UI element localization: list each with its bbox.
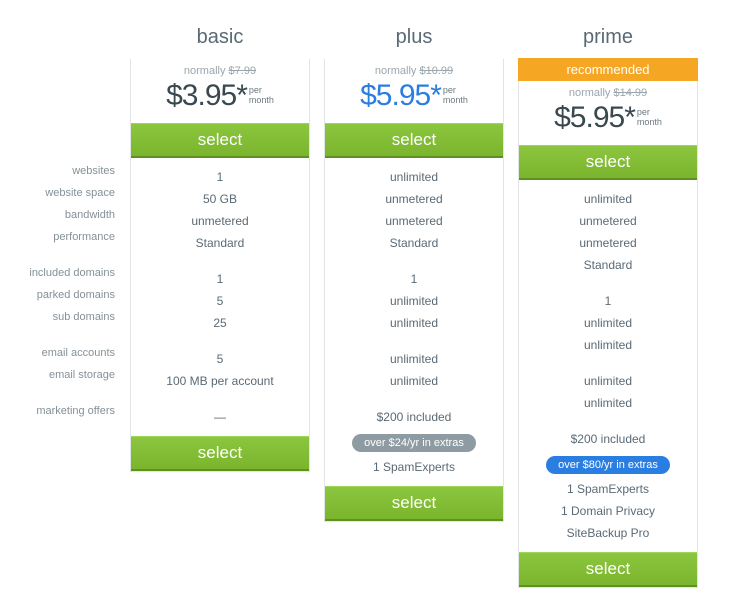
plan-prime-title: prime [518,20,698,59]
feat-basic-included-domains: 1 [137,268,303,290]
plan-plus-normally: normally $10.99 [325,65,503,77]
plan-prime-price: $5.95* permonth [519,101,697,135]
feat-basic-bandwidth: unmetered [137,210,303,232]
plan-prime: prime recommended normally $14.99 $5.95*… [518,20,698,588]
select-basic-top-button[interactable]: select [131,123,309,158]
feat-plus-included-domains: 1 [331,268,497,290]
feat-basic-email-accounts: 5 [137,348,303,370]
feat-basic-sub-domains: 25 [137,312,303,334]
recommended-badge: recommended [518,58,698,81]
plus-extras-pill: over $24/yr in extras [352,434,476,452]
plan-basic: basic normally $7.99 $3.95* permonth sel… [130,20,310,588]
prime-extra-1: 1 Domain Privacy [525,500,691,522]
label-email-storage: email storage [0,364,115,386]
feat-basic-marketing: — [137,406,303,428]
feat-prime-email-accounts: unlimited [525,370,691,392]
pricing-table: websites website space bandwidth perform… [0,20,733,588]
plan-prime-header: normally $14.99 $5.95* permonth [519,81,697,145]
label-sub-domains: sub domains [0,306,115,328]
prime-extra-0: 1 SpamExperts [525,478,691,500]
label-included-domains: included domains [0,262,115,284]
label-performance: performance [0,226,115,248]
feat-plus-marketing: $200 included [331,406,497,428]
plan-prime-normal-price: $14.99 [613,87,647,99]
feat-plus-email-accounts: unlimited [331,348,497,370]
plan-prime-normally: normally $14.99 [519,87,697,99]
feat-plus-parked-domains: unlimited [331,290,497,312]
feat-prime-website-space: unmetered [525,210,691,232]
feat-plus-bandwidth: unmetered [331,210,497,232]
select-plus-top-button[interactable]: select [325,123,503,158]
feat-plus-websites: unlimited [331,166,497,188]
feat-basic-website-space: 50 GB [137,188,303,210]
select-prime-top-button[interactable]: select [519,145,697,180]
feat-prime-websites: unlimited [525,188,691,210]
plan-plus-features: unlimited unmetered unmetered Standard 1… [325,158,503,486]
select-basic-bottom-button[interactable]: select [131,436,309,471]
feat-prime-performance: Standard [525,254,691,276]
select-prime-bottom-button[interactable]: select [519,552,697,587]
label-bandwidth: bandwidth [0,204,115,226]
plan-basic-normal-price: $7.99 [229,65,257,77]
plan-plus-price: $5.95* permonth [325,79,503,113]
plan-plus: plus normally $10.99 $5.95* permonth sel… [324,20,504,588]
plans-row: basic normally $7.99 $3.95* permonth sel… [130,20,698,588]
feat-plus-performance: Standard [331,232,497,254]
feat-plus-website-space: unmetered [331,188,497,210]
feat-prime-included-domains: 1 [525,290,691,312]
plan-basic-header: normally $7.99 $3.95* permonth [131,59,309,123]
plan-basic-features: 1 50 GB unmetered Standard 1 5 25 5 100 … [131,158,309,436]
plan-plus-normal-price: $10.99 [419,65,453,77]
feat-prime-parked-domains: unlimited [525,312,691,334]
label-parked-domains: parked domains [0,284,115,306]
plus-extra-0: 1 SpamExperts [331,456,497,478]
feat-prime-bandwidth: unmetered [525,232,691,254]
feat-basic-email-storage: 100 MB per account [137,370,303,392]
feat-basic-websites: 1 [137,166,303,188]
feat-prime-email-storage: unlimited [525,392,691,414]
prime-extra-2: SiteBackup Pro [525,522,691,544]
feat-plus-email-storage: unlimited [331,370,497,392]
plan-basic-price: $3.95* permonth [131,79,309,113]
feat-basic-parked-domains: 5 [137,290,303,312]
label-websites: websites [0,160,115,182]
plan-plus-title: plus [324,20,504,59]
feat-plus-sub-domains: unlimited [331,312,497,334]
feat-prime-marketing: $200 included [525,428,691,450]
plan-basic-title: basic [130,20,310,59]
plan-prime-features: unlimited unmetered unmetered Standard 1… [519,180,697,552]
label-marketing-offers: marketing offers [0,400,115,422]
feat-basic-performance: Standard [137,232,303,254]
label-email-accounts: email accounts [0,342,115,364]
feat-prime-sub-domains: unlimited [525,334,691,356]
prime-extras-pill: over $80/yr in extras [546,456,670,474]
feature-labels-column: websites website space bandwidth perform… [0,20,130,422]
plan-basic-normally: normally $7.99 [131,65,309,77]
plan-plus-header: normally $10.99 $5.95* permonth [325,59,503,123]
select-plus-bottom-button[interactable]: select [325,486,503,521]
label-website-space: website space [0,182,115,204]
